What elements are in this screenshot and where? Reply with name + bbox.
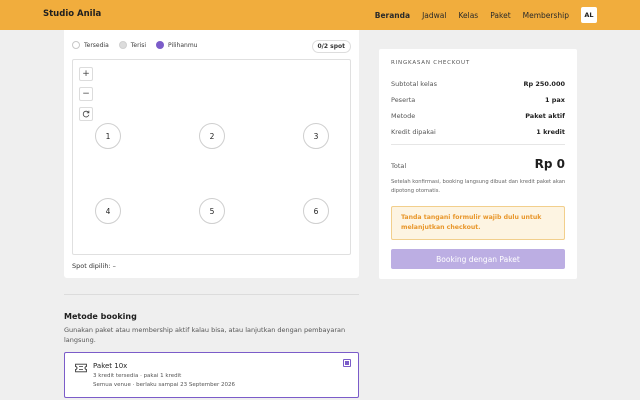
legend-taken: Terisi [118,41,147,49]
selected-spot-value: – [112,262,116,270]
booking-method-description: Gunakan paket atau membership aktif kala… [64,326,346,344]
spot-2[interactable]: 2 [199,123,225,149]
package-option-card[interactable]: Paket 10x 3 kredit tersedia · pakai 1 kr… [64,352,359,398]
summary-row-label: Kredit dipakai [391,128,436,136]
summary-title: RINGKASAN CHECKOUT [391,60,471,66]
summary-row-value: Paket aktif [525,112,565,120]
brand-logo[interactable]: Studio Anila [43,9,101,19]
ticket-icon [75,363,87,373]
spot-4[interactable]: 4 [95,198,121,224]
selected-dot-icon [156,41,165,49]
nav-item-paket[interactable]: Paket [490,11,510,20]
package-credit-info: 3 kredit tersedia · pakai 1 kredit [93,373,182,379]
main-nav: Beranda Jadwal Kelas Paket Membership AL [375,6,597,24]
checkout-summary-panel: RINGKASAN CHECKOUT Subtotal kelas Rp 250… [379,49,577,279]
available-dot-icon [72,41,80,49]
nav-item-membership[interactable]: Membership [523,11,569,20]
spot-6[interactable]: 6 [303,198,329,224]
spot-5[interactable]: 5 [199,198,225,224]
total-value: Rp 0 [534,157,565,171]
summary-row-value: 1 pax [544,96,565,104]
summary-row-value: 1 kredit [536,128,565,136]
summary-divider [391,144,565,145]
package-selected-checkbox[interactable] [343,359,351,367]
summary-row-method: Metode Paket aktif [391,112,565,120]
booking-method-title: Metode booking [64,312,137,321]
total-label: Total [391,162,407,170]
section-divider [64,294,359,295]
summary-row-value: Rp 250.000 [523,80,565,88]
summary-note: Setelah konfirmasi, booking langsung dib… [391,179,566,194]
refresh-icon [82,110,90,118]
legend-mine-label: Pilihanmu [168,41,198,49]
legend-taken-label: Terisi [130,41,147,49]
selected-spot-summary: Spot dipilih: – [72,262,116,270]
summary-row-credits: Kredit dipakai 1 kredit [391,128,565,136]
package-name: Paket 10x [93,362,128,370]
seat-legend: Tersedia Terisi Pilihanmu [72,41,197,49]
seat-selection-card: Tersedia Terisi Pilihanmu 0/2 spot + − 1… [64,30,359,278]
nav-item-beranda[interactable]: Beranda [375,11,410,20]
checkbox-fill-icon [345,361,349,365]
summary-row-label: Metode [391,112,416,120]
legend-mine: Pilihanmu [156,41,197,49]
top-navigation-bar: Studio Anila Beranda Jadwal Kelas Paket … [0,0,640,30]
selected-spot-label: Spot dipilih: [72,262,111,270]
spot-3[interactable]: 3 [303,123,329,149]
nav-item-kelas[interactable]: Kelas [458,11,478,20]
book-with-package-button[interactable]: Booking dengan Paket [391,249,565,269]
summary-row-label: Subtotal kelas [391,80,438,88]
legend-available-label: Tersedia [84,41,109,49]
package-validity-info: Semua venue · berlaku sampai 23 Septembe… [93,382,235,388]
waiver-warning-alert: Tanda tangani formulir wajib dulu untuk … [391,206,565,240]
seat-map-canvas[interactable]: + − 1 2 3 4 5 6 [72,59,351,255]
spot-1[interactable]: 1 [95,123,121,149]
summary-row-participants: Peserta 1 pax [391,96,565,104]
summary-row-label: Peserta [391,96,416,104]
nav-item-jadwal[interactable]: Jadwal [422,11,446,20]
taken-dot-icon [118,41,127,49]
zoom-in-button[interactable]: + [79,67,93,81]
user-avatar[interactable]: AL [581,7,597,23]
reset-view-button[interactable] [79,107,93,121]
summary-row-subtotal: Subtotal kelas Rp 250.000 [391,80,565,88]
spot-count-badge: 0/2 spot [311,40,351,53]
zoom-out-button[interactable]: − [79,87,93,101]
summary-total: Total Rp 0 [391,157,565,171]
legend-available: Tersedia [72,41,109,49]
